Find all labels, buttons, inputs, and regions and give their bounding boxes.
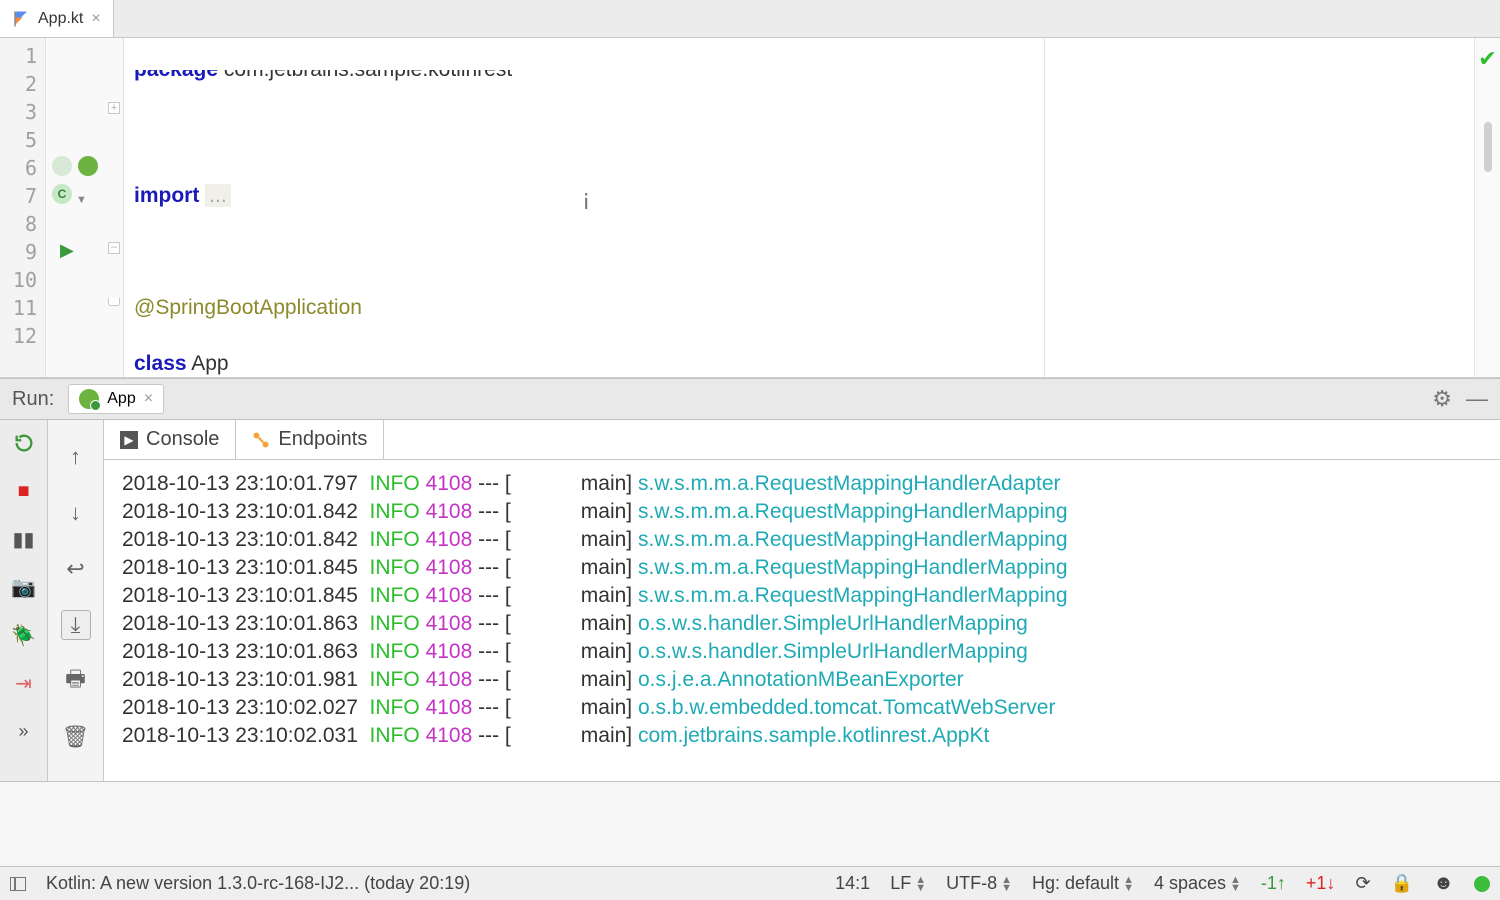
run-toolwindow-body: ■ ▮▮ 📷 🪲 ⇥ » ↑ ↓ ↩ ⤓ 🖶 🗑 ▶ Console Endpo… (0, 420, 1500, 782)
log-line: 2018-10-13 23:10:01.981 INFO 4108 --- [ … (122, 666, 1494, 694)
chevron-down-icon[interactable]: ▼ (76, 194, 87, 206)
status-bar: Kotlin: A new version 1.3.0-rc-168-IJ2..… (0, 866, 1500, 900)
vcs-incoming[interactable]: +1↓ (1306, 873, 1336, 894)
hide-toolwindow-icon[interactable]: — (1466, 386, 1488, 412)
line-number: 7 (0, 182, 37, 210)
log-line: 2018-10-13 23:10:02.031 INFO 4108 --- [ … (122, 722, 1494, 750)
tab-endpoints[interactable]: Endpoints (236, 420, 384, 459)
fold-toggle-icon[interactable]: + (108, 102, 120, 114)
console-output[interactable]: 2018-10-13 23:10:01.797 INFO 4108 --- [ … (104, 460, 1500, 781)
line-separator-selector[interactable]: LF▲▼ (890, 873, 926, 894)
memory-indicator-icon[interactable]: ☻ (1433, 872, 1454, 895)
scroll-down-button[interactable]: ↓ (61, 498, 91, 528)
rerun-button[interactable] (11, 430, 37, 456)
editor-tab[interactable]: App.kt × (0, 0, 114, 37)
log-line: 2018-10-13 23:10:02.027 INFO 4108 --- [ … (122, 694, 1494, 722)
line-number-gutter: 12356789101112 (0, 38, 46, 377)
toolwindow-layout-icon[interactable] (10, 877, 26, 891)
class-gutter-icon[interactable]: C (52, 184, 72, 204)
readonly-lock-icon[interactable]: 🔒 (1391, 873, 1413, 894)
caret-position[interactable]: 14:1 (835, 873, 870, 894)
tab-console[interactable]: ▶ Console (104, 420, 236, 459)
clear-all-button[interactable]: 🗑 (61, 722, 91, 752)
run-action-rail: ■ ▮▮ 📷 🪲 ⇥ » (0, 420, 48, 781)
soft-wrap-button[interactable]: ↩ (61, 554, 91, 584)
run-toolwindow-title: Run: (12, 388, 54, 411)
background-tasks-icon[interactable]: ⟳ (1355, 873, 1370, 894)
editor-tabbar: App.kt × (0, 0, 1500, 38)
console-icon: ▶ (120, 431, 138, 449)
line-number: 12 (0, 322, 37, 350)
run-toolwindow-header: Run: App × ⚙ — (0, 378, 1500, 420)
code-editor: 12356789101112 C ▼ ▶ + – package com.jet… (0, 38, 1500, 378)
log-line: 2018-10-13 23:10:01.842 INFO 4108 --- [ … (122, 526, 1494, 554)
line-number: 5 (0, 126, 37, 154)
log-line: 2018-10-13 23:10:01.863 INFO 4108 --- [ … (122, 638, 1494, 666)
spring-leaf-icon[interactable] (78, 156, 98, 176)
spring-run-icon (79, 389, 99, 409)
exit-button[interactable]: ⇥ (11, 670, 37, 696)
more-actions-icon[interactable]: » (11, 718, 37, 744)
close-run-tab-icon[interactable]: × (144, 390, 153, 408)
vcs-outgoing[interactable]: -1↑ (1261, 873, 1286, 894)
fold-end-icon[interactable] (108, 298, 120, 306)
log-line: 2018-10-13 23:10:01.845 INFO 4108 --- [ … (122, 554, 1494, 582)
stop-button[interactable]: ■ (11, 478, 37, 504)
text-cursor-icon: Ꭵ (584, 188, 589, 216)
run-subtab-bar: ▶ Console Endpoints (104, 420, 1500, 460)
fold-toggle-icon[interactable]: – (108, 242, 120, 254)
editor-tab-filename: App.kt (38, 10, 83, 28)
run-config-tab[interactable]: App × (68, 384, 164, 414)
line-number: 6 (0, 154, 37, 182)
run-gutter-icon[interactable]: ▶ (60, 240, 74, 261)
log-line: 2018-10-13 23:10:01.845 INFO 4108 --- [ … (122, 582, 1494, 610)
vcs-branch-selector[interactable]: Hg: default▲▼ (1032, 873, 1134, 894)
line-number: 10 (0, 266, 37, 294)
console-action-rail: ↑ ↓ ↩ ⤓ 🖶 🗑 (48, 420, 104, 781)
spring-gutter-icon[interactable] (52, 156, 72, 176)
code-area[interactable]: package com.jetbrains.sample.kotlinrest … (124, 38, 1474, 377)
pause-button[interactable]: ▮▮ (11, 526, 37, 552)
line-number: 11 (0, 294, 37, 322)
analysis-ok-icon[interactable]: ✔ (1478, 46, 1496, 72)
status-ok-indicator[interactable] (1474, 876, 1490, 892)
indent-selector[interactable]: 4 spaces▲▼ (1154, 873, 1241, 894)
line-number: 8 (0, 210, 37, 238)
encoding-selector[interactable]: UTF-8▲▼ (946, 873, 1012, 894)
line-number: 1 (0, 42, 37, 70)
scroll-to-end-button[interactable]: ⤓ (61, 610, 91, 640)
editor-scrollbar-thumb[interactable] (1484, 122, 1492, 172)
log-line: 2018-10-13 23:10:01.842 INFO 4108 --- [ … (122, 498, 1494, 526)
kotlin-file-icon (12, 10, 30, 28)
run-config-name: App (107, 390, 135, 408)
line-number: 2 (0, 70, 37, 98)
scroll-up-button[interactable]: ↑ (61, 442, 91, 472)
log-line: 2018-10-13 23:10:01.797 INFO 4108 --- [ … (122, 470, 1494, 498)
editor-right-gutter: ✔ (1474, 38, 1500, 377)
attach-debugger-button[interactable]: 🪲 (11, 622, 37, 648)
status-message[interactable]: Kotlin: A new version 1.3.0-rc-168-IJ2..… (46, 873, 815, 894)
print-button[interactable]: 🖶 (61, 666, 91, 696)
gear-icon[interactable]: ⚙ (1432, 386, 1452, 412)
line-number: 3 (0, 98, 37, 126)
log-line: 2018-10-13 23:10:01.863 INFO 4108 --- [ … (122, 610, 1494, 638)
line-number: 9 (0, 238, 37, 266)
endpoints-icon (252, 431, 270, 449)
close-tab-icon[interactable]: × (91, 10, 100, 28)
gutter-icon-strip: C ▼ ▶ + – (46, 38, 124, 377)
dump-threads-button[interactable]: 📷 (11, 574, 37, 600)
